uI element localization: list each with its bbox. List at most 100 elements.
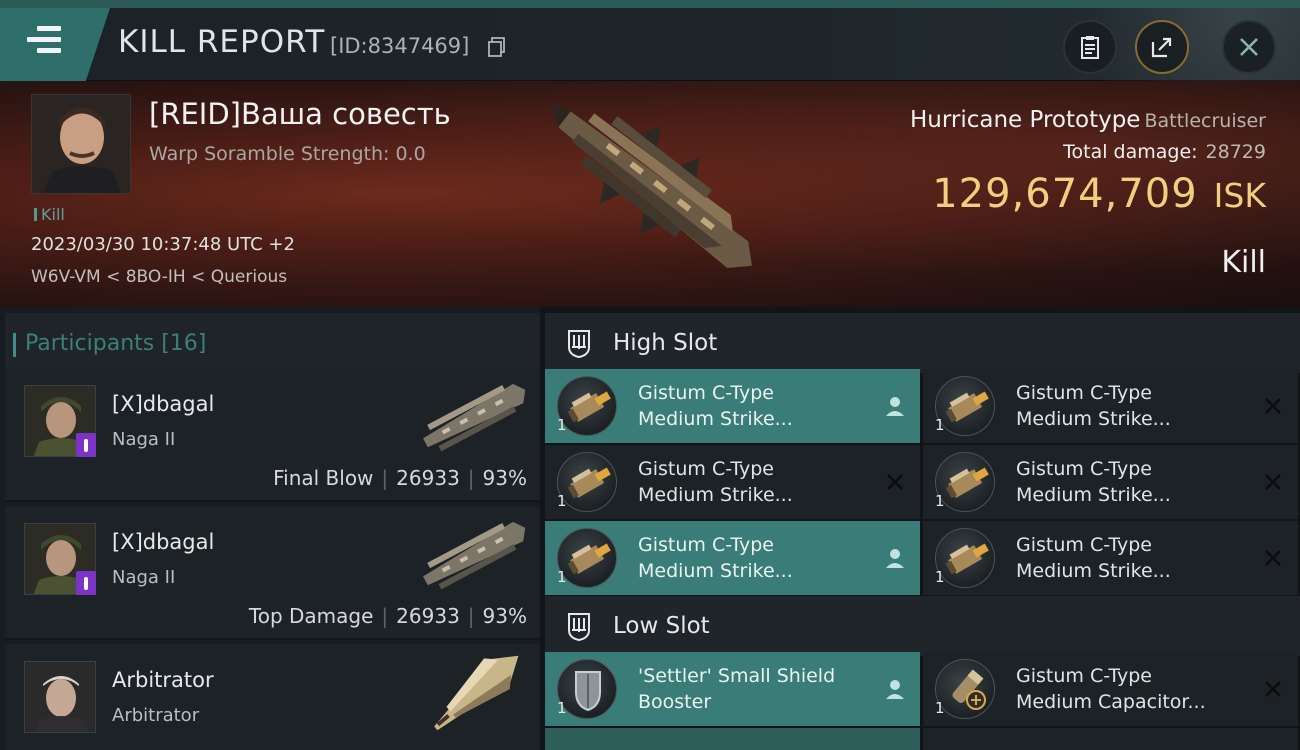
total-damage-label: Total damage: [1063,141,1198,163]
close-icon [887,474,903,490]
module-name-line1: 'Settler' Small Shield [638,665,836,687]
participant-tag: Top Damage [248,604,374,628]
header-bar: KILL REPORT [ID:8347469] [0,8,1300,81]
module-name-line2: Medium Strike... [1016,408,1171,430]
participant-row[interactable]: [X]dbagal Naga II Final Blow | 26933 | 93% [5,368,540,502]
low-slot-label: Low Slot [613,613,710,639]
module-item[interactable]: 1 Gistum C-Type Medium Strike... [545,521,920,595]
warp-scramble-strength: Warp Soramble Strength: 0.0 [149,143,426,165]
participant-tag: Final Blow [273,466,374,490]
module-name-line2: Medium Capacitor... [1016,691,1206,713]
close-icon [1265,550,1281,566]
victim-ship-name: Hurricane Prototype [909,107,1141,133]
participant-ship: Arbitrator [112,705,200,726]
module-quantity: 1 [935,568,945,586]
report-id: [ID:8347469] [330,34,470,58]
kill-timestamp: 2023/03/30 10:37:48 UTC +2 [31,234,295,255]
module-item-partial[interactable] [923,728,1298,750]
separator: | [381,466,389,490]
module-name: Gistum C-Type Medium Strike... [1016,456,1246,508]
victim-portrait[interactable] [31,94,131,194]
isk-unit: ISK [1213,176,1266,215]
participant-percent: 93% [482,466,527,490]
module-quantity: 1 [557,492,567,510]
participant-damage: 26933 [396,466,460,490]
module-item[interactable]: 1 Gistum C-Type Medium Strike... [923,369,1298,443]
participant-name: [X]dbagal [112,530,215,554]
participant-stats: Top Damage | 26933 | 93% [249,604,527,628]
module-name-line1: Gistum C-Type [1016,458,1152,480]
copy-id-icon[interactable] [488,37,506,57]
participant-row[interactable]: [X]dbagal Naga II Top Damage | 26933 | 93% [5,506,540,640]
clipboard-button[interactable] [1063,20,1117,74]
hamburger-icon [27,26,61,56]
module-name: Gistum C-Type Medium Strike... [638,380,868,432]
module-name: Gistum C-Type Medium Strike... [1016,532,1246,584]
victim-pilot-name[interactable]: [REID]Ваша совесть [149,97,451,131]
pilot-icon[interactable] [884,547,906,569]
high-slot-icon [568,330,590,359]
victim-ship-image [551,102,752,269]
low-slot-icon [568,613,590,642]
module-name: Gistum C-Type Medium Strike... [638,456,868,508]
module-quantity: 1 [935,699,945,717]
module-name-line2: Medium Strike... [638,560,793,582]
pilot-icon[interactable] [884,395,906,417]
module-item[interactable]: 1 'Settler' Small Shield Booster [545,652,920,726]
module-name-line2: Medium Strike... [638,484,793,506]
victim-banner: [REID]Ваша совесть Warp Soramble Strengt… [0,81,1300,307]
fitting-panel: High Slot 1 Gistum C-Type Medium Strike..… [545,307,1300,750]
module-item[interactable]: 1 Gistum C-Type Medium Strike... [923,521,1298,595]
module-name-line2: Medium Strike... [1016,560,1171,582]
module-quantity: 1 [557,416,567,434]
menu-button[interactable] [0,8,110,81]
isk-value: 129,674,709 [932,171,1198,217]
module-item[interactable]: 1 Gistum C-Type Medium Strike... [923,445,1298,519]
module-name-line1: Gistum C-Type [1016,665,1152,687]
participant-ship-image [423,383,526,452]
pilot-icon[interactable] [884,678,906,700]
close-button[interactable] [1222,20,1276,74]
participant-ship-image [434,655,519,731]
module-name-line1: Gistum C-Type [638,382,774,404]
kill-location[interactable]: W6V-VM < 8BO-IH < Querious [31,267,287,287]
module-quantity: 1 [935,492,945,510]
separator: | [381,604,389,628]
module-name: 'Settler' Small Shield Booster [638,663,868,715]
close-icon [1240,38,1258,56]
module-name-line2: Booster [638,691,712,713]
total-damage-value: 28729 [1205,141,1266,163]
result-label: Kill [1221,245,1266,280]
separator: | [467,466,475,490]
participant-badge [76,433,96,457]
victim-ship[interactable]: Hurricane Prototype Battlecruiser [910,107,1266,133]
victim-ship-class: Battlecruiser [1144,110,1266,132]
participant-ship: Naga II [112,429,176,450]
module-name: Gistum C-Type Medium Strike... [1016,380,1246,432]
module-item[interactable]: 1 Gistum C-Type Medium Capacitor... [923,652,1298,726]
kill-type-tag: Kill [34,205,65,224]
module-item[interactable]: 1 Gistum C-Type Medium Strike... [545,369,920,443]
module-quantity: 1 [557,568,567,586]
module-item[interactable]: 1 Gistum C-Type Medium Strike... [545,445,920,519]
participant-name: [X]dbagal [112,392,215,416]
module-quantity: 1 [557,699,567,717]
high-slot-label: High Slot [613,330,718,356]
kill-report-screen: KILL REPORT [ID:8347469] [REID]Ваша сове… [0,0,1300,750]
participant-name: Arbitrator [112,668,214,692]
participant-portrait [24,661,96,733]
page-title: KILL REPORT [118,24,326,60]
participant-ship-image [423,521,526,590]
close-icon [1265,398,1281,414]
participants-panel: Participants [16] [X]dbagal Naga II Fina… [0,307,540,750]
module-item-partial[interactable] [545,728,920,750]
participants-label: Participants [16] [12,331,207,357]
module-name-line2: Medium Strike... [1016,484,1171,506]
module-name-line1: Gistum C-Type [1016,382,1152,404]
module-name-line2: Medium Strike... [638,408,793,430]
participant-ship: Naga II [112,567,176,588]
participant-row[interactable]: Arbitrator Arbitrator [5,644,540,750]
participants-header[interactable]: Participants [16] [5,313,540,373]
share-button[interactable] [1135,20,1189,74]
module-name-line1: Gistum C-Type [638,534,774,556]
